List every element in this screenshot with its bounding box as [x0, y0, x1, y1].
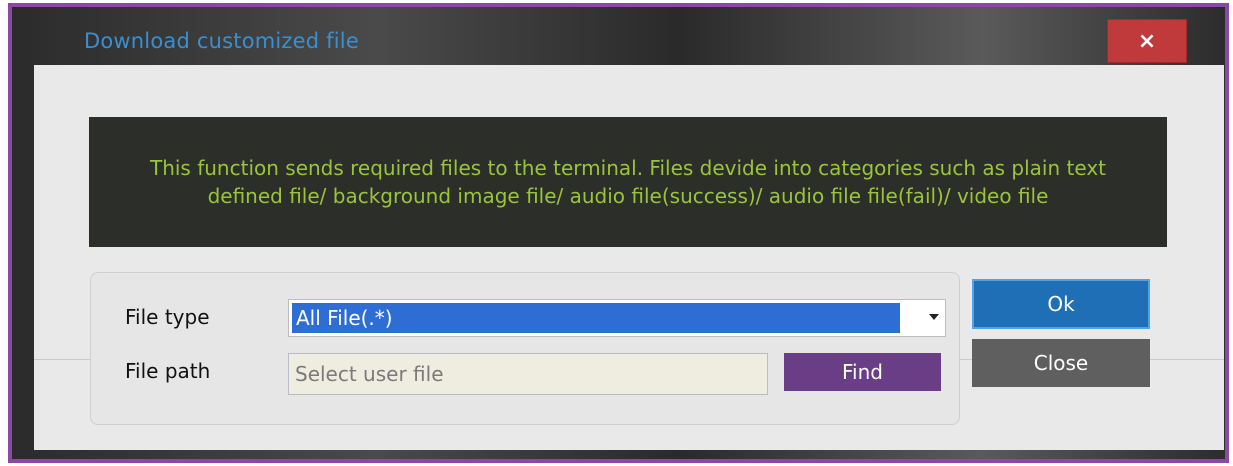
close-icon: ×	[1137, 28, 1157, 54]
window-close-button[interactable]: ×	[1107, 19, 1187, 63]
ok-button[interactable]: Ok	[972, 279, 1150, 329]
window-title: Download customized file	[84, 29, 359, 53]
dialog-body: This function sends required files to th…	[34, 65, 1224, 450]
file-path-input[interactable]	[288, 353, 768, 395]
file-options-group	[90, 272, 960, 425]
chevron-down-icon[interactable]	[929, 314, 939, 320]
file-path-label: File path	[125, 359, 211, 383]
info-text-line-1: This function sends required files to th…	[149, 156, 1106, 180]
find-button[interactable]: Find	[784, 353, 941, 391]
dialog-window: Download customized file × This function…	[8, 3, 1229, 463]
file-type-label: File type	[125, 305, 210, 329]
file-type-select[interactable]: All File(.*)	[288, 299, 946, 337]
close-button[interactable]: Close	[972, 339, 1150, 387]
info-text-line-2: defined file/ background image file/ aud…	[207, 184, 1049, 208]
info-banner: This function sends required files to th…	[89, 117, 1167, 247]
file-type-selected-value: All File(.*)	[292, 303, 900, 333]
